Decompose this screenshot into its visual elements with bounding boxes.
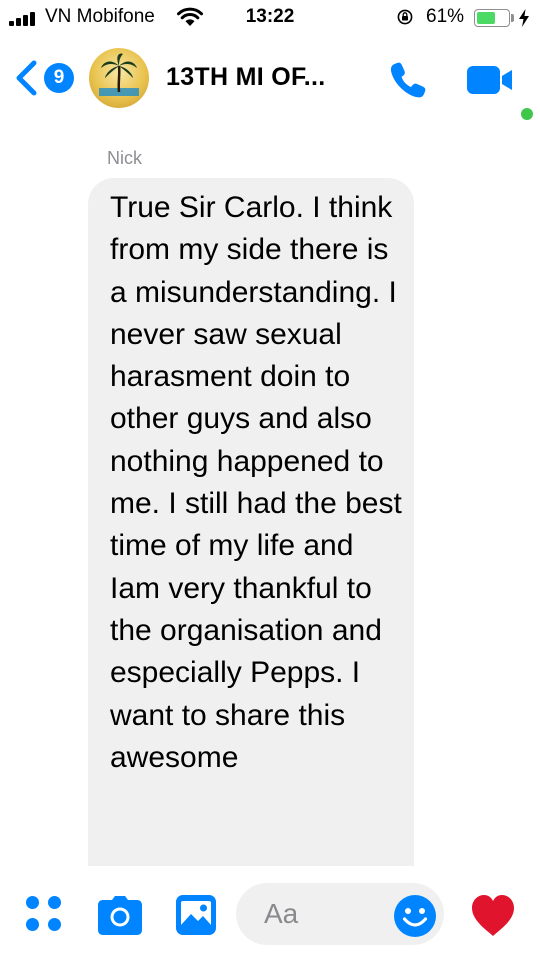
back-chevron-icon xyxy=(16,60,37,96)
active-status-dot xyxy=(521,108,533,120)
battery-percent: 61% xyxy=(426,6,465,27)
message-text: True Sir Carlo. I think from my side the… xyxy=(110,191,402,774)
more-options-icon[interactable] xyxy=(26,896,66,936)
composer-bar xyxy=(0,866,540,960)
emoji-icon[interactable] xyxy=(393,894,437,938)
video-camera-icon[interactable] xyxy=(465,62,525,98)
message-input[interactable] xyxy=(262,895,376,933)
avatar[interactable] xyxy=(89,48,149,108)
status-bar: VN Mobifone 13:22 61% xyxy=(0,0,540,36)
battery-level-fill xyxy=(477,12,495,24)
heart-icon[interactable] xyxy=(470,894,516,938)
battery-cap xyxy=(511,14,514,22)
gallery-icon[interactable] xyxy=(175,894,217,936)
orientation-lock-icon xyxy=(397,9,413,25)
charging-icon xyxy=(519,9,529,27)
chat-title[interactable]: 13TH MI OF... xyxy=(166,63,325,92)
battery-icon xyxy=(474,9,510,27)
chat-header: 9 13TH MI OF... xyxy=(0,36,540,120)
palm-tree-icon xyxy=(99,53,139,96)
sender-name: Nick xyxy=(107,148,142,168)
unread-badge: 9 xyxy=(44,63,74,93)
back-button[interactable]: 9 xyxy=(14,58,76,98)
phone-icon[interactable] xyxy=(386,58,430,102)
camera-icon[interactable] xyxy=(96,894,144,938)
